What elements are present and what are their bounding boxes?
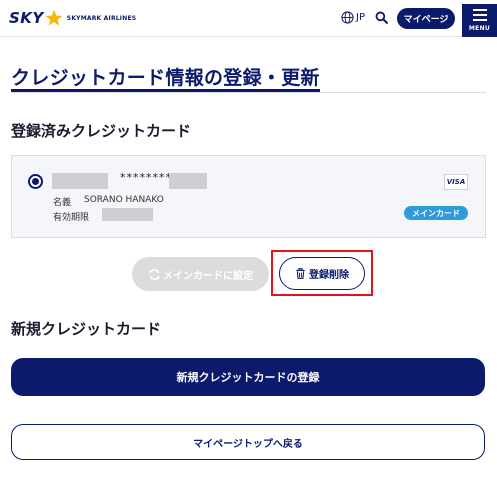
search-icon[interactable] [375,11,388,24]
set-main-card-label: メインカードに設定 [163,270,253,282]
registered-cards-heading: 登録済みクレジットカード [11,122,192,140]
main-card-badge: メインカード [404,206,468,220]
logo-subtext: SKYMARK AIRLINES [66,14,137,22]
menu-button[interactable]: MENU [462,4,497,37]
card-select-radio[interactable] [28,174,43,189]
masked-card-prefix [52,173,108,189]
site-header: SKY SKYMARK AIRLINES JP マイページ MENU [0,0,497,37]
mypage-button[interactable]: マイページ [397,8,455,29]
page-title: クレジットカード情報の登録・更新 [11,67,320,89]
delete-card-button[interactable]: 登録削除 [279,257,365,290]
masked-expiry [102,208,153,221]
hamburger-icon [472,9,487,11]
language-switch[interactable]: JP [341,11,365,24]
register-new-card-button[interactable]: 新規クレジットカードの登録 [11,358,485,396]
new-card-heading: 新規クレジットカード [11,320,162,338]
visa-brand-icon: VISA [444,174,468,190]
skymark-logo[interactable]: SKY SKYMARK AIRLINES [9,9,136,27]
menu-label: MENU [468,25,491,32]
card-number-masked: ******** [120,171,172,184]
delete-card-label: 登録削除 [309,270,349,281]
set-main-card-button[interactable]: メインカードに設定 [132,257,269,291]
globe-icon [341,11,354,24]
card-expiry-label: 有効期限 [53,213,90,223]
back-to-mypage-button[interactable]: マイページトップへ戻る [11,424,485,460]
trash-icon [296,268,305,279]
card-name-value: SORANO HANAKO [84,195,164,205]
star-icon [45,9,63,26]
sync-icon [149,268,160,280]
card-name-label: 名義 [53,198,72,208]
language-label: JP [356,12,365,23]
masked-card-suffix [169,173,207,189]
title-divider [11,92,486,93]
registered-card-item[interactable]: ******** 名義 SORANO HANAKO 有効期限 VISA メインカ… [11,155,486,238]
logo-text: SKY [9,9,44,27]
